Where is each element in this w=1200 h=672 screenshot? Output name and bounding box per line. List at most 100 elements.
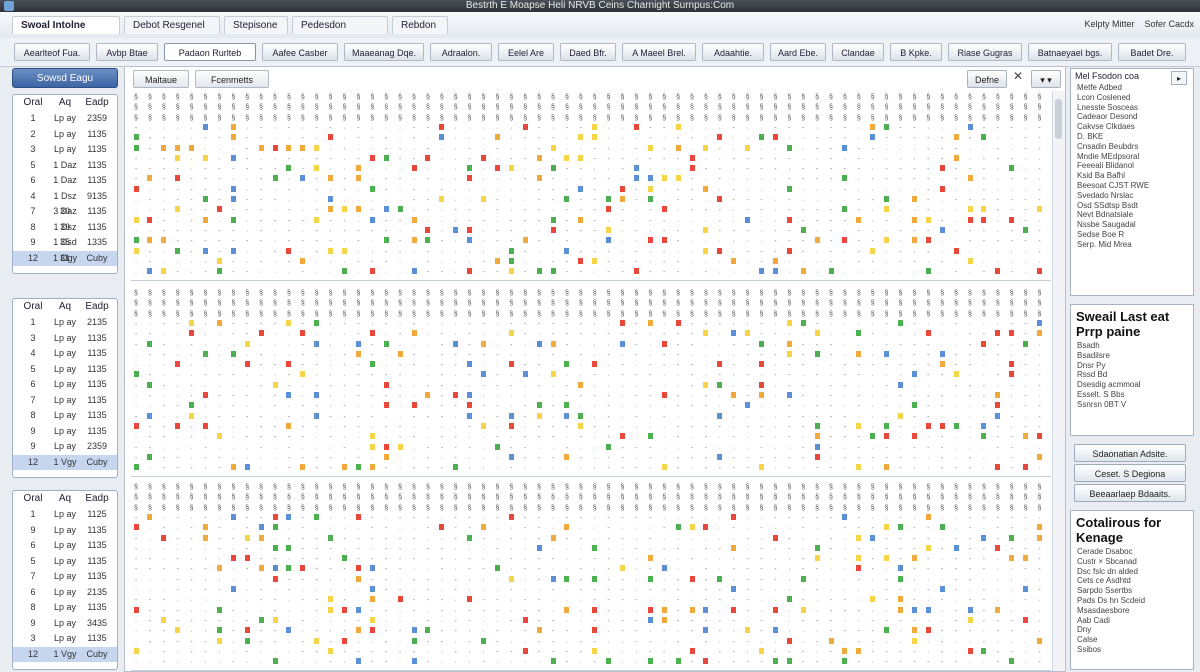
grid-cell[interactable]: · <box>437 155 447 164</box>
grid-cell[interactable]: - <box>409 134 419 143</box>
grid-cell[interactable]: - <box>506 237 516 246</box>
grid-cell[interactable]: § <box>1021 289 1031 298</box>
grid-cell[interactable]: - <box>159 175 169 184</box>
grid-cell[interactable]: - <box>214 227 224 236</box>
grid-cell[interactable] <box>812 544 822 554</box>
grid-cell[interactable]: · <box>590 514 600 523</box>
grid-cell[interactable]: § <box>798 504 808 513</box>
grid-cell[interactable]: · <box>562 464 572 473</box>
grid-cell[interactable] <box>270 175 280 184</box>
grid-cell[interactable]: · <box>381 514 391 523</box>
grid-cell[interactable] <box>951 154 961 164</box>
grid-cell[interactable]: - <box>340 145 350 154</box>
grid-cell[interactable]: - <box>159 351 169 360</box>
grid-cell[interactable]: - <box>145 248 155 257</box>
grid-cell[interactable]: · <box>492 217 502 226</box>
grid-cell[interactable]: - <box>228 268 238 277</box>
grid-cell[interactable]: - <box>840 371 850 380</box>
grid-cell[interactable]: § <box>145 310 155 319</box>
grid-cell[interactable]: § <box>673 299 683 308</box>
grid-cell[interactable] <box>937 361 947 370</box>
grid-cell[interactable]: · <box>882 258 892 267</box>
grid-cell[interactable]: · <box>562 586 572 595</box>
grid-cell[interactable]: - <box>367 341 377 350</box>
grid-cell[interactable]: § <box>187 483 197 492</box>
grid-cell[interactable]: § <box>687 493 697 502</box>
grid-cell[interactable]: · <box>187 454 197 463</box>
grid-cell[interactable]: § <box>201 493 211 502</box>
grid-cell[interactable]: - <box>673 607 683 616</box>
grid-cell[interactable]: - <box>479 268 489 277</box>
grid-cell[interactable]: · <box>298 413 308 422</box>
grid-cell[interactable]: § <box>159 299 169 308</box>
grid-cell[interactable]: · <box>715 444 725 453</box>
grid-cell[interactable]: - <box>312 648 322 657</box>
grid-cell[interactable]: · <box>645 627 655 636</box>
grid-cell[interactable]: - <box>701 596 711 605</box>
grid-cell[interactable]: · <box>242 454 252 463</box>
grid-cell[interactable] <box>159 144 169 154</box>
grid-cell[interactable]: · <box>1035 361 1045 370</box>
grid-cell[interactable]: - <box>909 524 919 533</box>
grid-cell[interactable] <box>270 544 280 554</box>
grid-cell[interactable]: · <box>743 186 753 195</box>
grid-cell[interactable]: - <box>645 155 655 164</box>
grid-cell[interactable] <box>1007 658 1017 667</box>
grid-cell[interactable]: · <box>465 586 475 595</box>
grid-cell[interactable]: - <box>159 206 169 215</box>
grid-cell[interactable]: · <box>965 155 975 164</box>
grid-cell[interactable] <box>353 350 363 360</box>
grid-cell[interactable]: - <box>409 433 419 442</box>
grid-cell[interactable]: · <box>534 586 544 595</box>
grid-cell[interactable]: - <box>965 341 975 350</box>
grid-cell[interactable]: § <box>729 493 739 502</box>
grid-cell[interactable]: § <box>993 289 1003 298</box>
grid-cell[interactable]: - <box>840 596 850 605</box>
grid-cell[interactable]: - <box>965 454 975 463</box>
grid-cell[interactable]: · <box>951 413 961 422</box>
grid-cell[interactable]: § <box>1035 310 1045 319</box>
grid-cell[interactable]: § <box>395 483 405 492</box>
grid-cell[interactable]: · <box>173 382 183 391</box>
grid-cell[interactable]: - <box>854 165 864 174</box>
grid-cell[interactable]: § <box>701 93 711 102</box>
grid-cell[interactable]: - <box>618 165 628 174</box>
grid-cell[interactable]: · <box>923 464 933 473</box>
grid-cell[interactable]: - <box>1021 217 1031 226</box>
grid-cell[interactable]: · <box>896 206 906 215</box>
grid-cell[interactable]: · <box>534 444 544 453</box>
grid-cell[interactable]: - <box>270 217 280 226</box>
grid-cell[interactable] <box>923 606 933 616</box>
grid-cell[interactable]: § <box>548 299 558 308</box>
grid-cell[interactable]: · <box>367 237 377 246</box>
grid-cell[interactable]: - <box>228 320 238 329</box>
grid-cell[interactable]: · <box>868 217 878 226</box>
grid-cell[interactable]: - <box>923 351 933 360</box>
grid-cell[interactable]: § <box>965 289 975 298</box>
grid-cell[interactable] <box>506 575 516 585</box>
grid-cell[interactable]: - <box>951 576 961 585</box>
grid-cell[interactable]: · <box>993 565 1003 574</box>
grid-cell[interactable]: · <box>201 320 211 329</box>
grid-cell[interactable] <box>451 464 461 473</box>
grid-cell[interactable]: § <box>562 504 572 513</box>
grid-cell[interactable]: - <box>770 330 780 339</box>
grid-cell[interactable]: § <box>798 310 808 319</box>
grid-cell[interactable]: · <box>770 524 780 533</box>
grid-cell[interactable] <box>965 606 975 616</box>
grid-cell[interactable]: - <box>854 638 864 647</box>
grid-cell[interactable]: - <box>326 124 336 133</box>
grid-cell[interactable]: · <box>201 607 211 616</box>
grid-cell[interactable] <box>923 330 933 339</box>
grid-cell[interactable]: - <box>604 514 614 523</box>
grid-cell[interactable]: - <box>256 596 266 605</box>
grid-cell[interactable]: § <box>284 493 294 502</box>
grid-cell[interactable]: · <box>520 186 530 195</box>
grid-cell[interactable] <box>520 371 530 380</box>
grid-cell[interactable]: · <box>270 371 280 380</box>
grid-cell[interactable]: - <box>201 268 211 277</box>
grid-cell[interactable]: · <box>979 248 989 257</box>
grid-cell[interactable]: - <box>201 227 211 236</box>
grid-cell[interactable]: - <box>145 423 155 432</box>
grid-cell[interactable] <box>715 361 725 370</box>
